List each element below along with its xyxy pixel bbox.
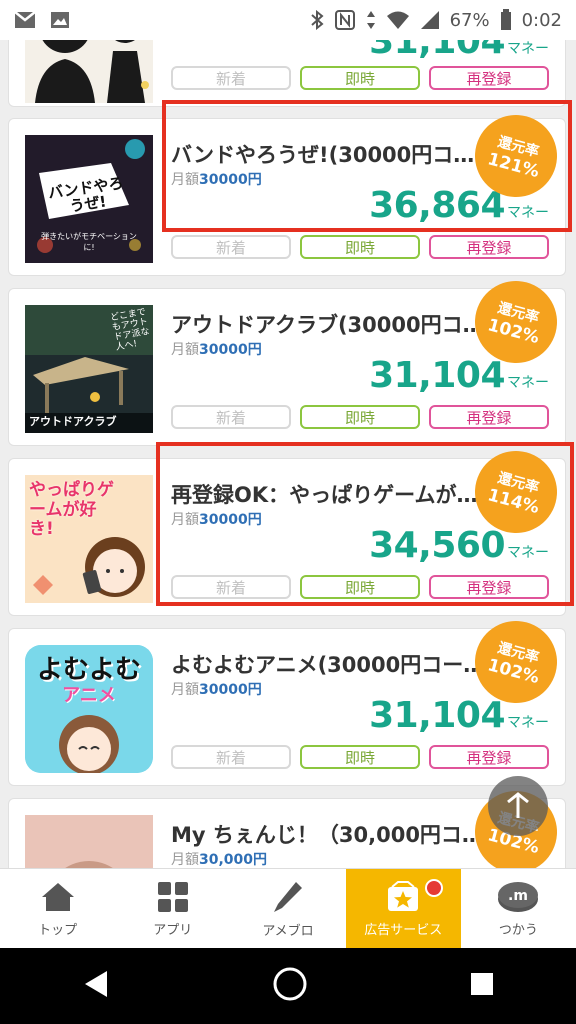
instant-button[interactable]: 即時 — [300, 235, 420, 259]
back-button[interactable] — [81, 969, 111, 1003]
nav-ameblo[interactable]: アメブロ — [230, 869, 345, 949]
home-button[interactable] — [272, 966, 308, 1006]
svg-text:.m: .m — [508, 888, 528, 904]
nav-apps[interactable]: アプリ — [115, 869, 230, 949]
thumb-subtitle: 弾きたいがモチベーションに! — [41, 232, 137, 252]
monthly-price: 月額30000円 — [171, 682, 262, 698]
monthly-price: 月額30000円 — [171, 342, 262, 358]
new-button[interactable]: 新着 — [171, 745, 291, 769]
home-circle-icon — [273, 967, 307, 1001]
system-nav-bar — [0, 948, 576, 1024]
bottom-nav: トップ アプリ アメブロ 広告サービス .m つかう — [0, 868, 576, 949]
woman-photo-image — [25, 815, 153, 868]
ad-title[interactable]: アウトドアクラブ(30000円コ… — [171, 309, 481, 339]
ad-card[interactable]: アウトドアクラブ どこまでもアウトドア派な人へ! アウトドアクラブ(30000円… — [8, 271, 567, 446]
battery-icon — [500, 9, 512, 31]
back-triangle-icon — [84, 971, 107, 997]
ad-card[interactable]: バンドやろうぜ! 弾きたいがモチベーションに! バンドやろうぜ!(30000円コ… — [8, 105, 567, 276]
ad-thumbnail[interactable] — [25, 40, 153, 103]
monthly-price: 月額30000円 — [171, 512, 262, 528]
money-coin-icon: .m — [498, 881, 539, 912]
clock: 0:02 — [521, 9, 562, 31]
thumb-title: アウトドアクラブ — [29, 415, 117, 428]
reregister-button[interactable]: 再登録 — [429, 745, 549, 769]
signal-icon — [420, 10, 440, 30]
instant-button[interactable]: 即時 — [300, 575, 420, 599]
ad-card[interactable]: やっぱりゲームが好き! 再登録OK：やっぱりゲームが… 月額30000円 34,… — [8, 441, 567, 616]
new-button[interactable]: 新着 — [171, 405, 291, 429]
arrow-up-icon — [507, 792, 529, 818]
gmail-icon — [14, 11, 36, 29]
pen-icon — [274, 881, 302, 912]
new-button[interactable]: 新着 — [171, 66, 291, 90]
reregister-button[interactable]: 再登録 — [429, 66, 549, 90]
nav-use[interactable]: .m つかう — [461, 869, 576, 949]
wifi-icon — [386, 10, 410, 30]
ad-card[interactable]: よむよむ アニメ よむよむアニメ(30000円コー… 月額30000円 31,1… — [8, 611, 567, 786]
ad-title[interactable]: よむよむアニメ(30000円コー… — [171, 649, 481, 679]
ad-thumbnail[interactable]: アウトドアクラブ どこまでもアウトドア派な人へ! — [25, 305, 153, 433]
instant-button[interactable]: 即時 — [300, 66, 420, 90]
ad-thumbnail[interactable]: よむよむ アニメ — [25, 645, 153, 773]
thumb-title: やっぱりゲームが好き! — [29, 480, 114, 540]
silhouette-image — [35, 40, 149, 103]
data-arrows-icon — [366, 10, 376, 30]
status-bar: 67% 0:02 — [0, 0, 576, 40]
ad-title[interactable]: 再登録OK：やっぱりゲームが… — [171, 479, 481, 509]
reregister-button[interactable]: 再登録 — [429, 235, 549, 259]
ad-title[interactable]: バンドやろうぜ!(30000円コ… — [171, 139, 481, 169]
ad-card[interactable]: 31,104 マネー 新着 即時 再登録 — [8, 40, 566, 107]
reward-amount: 31,104 マネー — [369, 40, 549, 62]
nav-ad-service[interactable]: 広告サービス — [345, 869, 461, 949]
notification-dot — [424, 879, 443, 897]
ad-list[interactable]: 31,104 マネー 新着 即時 再登録 バンドやろうぜ! 弾きたいがモチベーショ… — [0, 40, 576, 868]
ad-card[interactable]: My ちぇんじ！（30,000円コ… 月額30,000円 還元率102% — [8, 781, 567, 868]
recents-square-icon — [471, 973, 494, 995]
new-button[interactable]: 新着 — [171, 235, 291, 259]
instant-button[interactable]: 即時 — [300, 745, 420, 769]
home-icon — [41, 882, 74, 911]
battery-percent: 67% — [449, 9, 490, 31]
nfc-icon — [334, 9, 356, 31]
bluetooth-icon — [310, 10, 324, 30]
ad-thumbnail[interactable] — [25, 815, 153, 868]
gallery-icon — [50, 11, 70, 29]
nav-top[interactable]: トップ — [0, 869, 115, 949]
instant-button[interactable]: 即時 — [300, 405, 420, 429]
star-box-icon — [388, 880, 419, 911]
ad-thumbnail[interactable]: やっぱりゲームが好き! — [25, 475, 153, 603]
monthly-price: 月額30,000円 — [171, 852, 268, 868]
thumb-subtitle: どこまでもアウトドア派な人へ! — [109, 307, 151, 353]
recents-button[interactable] — [469, 971, 495, 1001]
reregister-button[interactable]: 再登録 — [429, 405, 549, 429]
ad-thumbnail[interactable]: バンドやろうぜ! 弾きたいがモチベーションに! — [25, 135, 153, 263]
reregister-button[interactable]: 再登録 — [429, 575, 549, 599]
ad-title[interactable]: My ちぇんじ！（30,000円コ… — [171, 819, 481, 849]
apps-grid-icon — [157, 881, 188, 912]
scroll-top-button[interactable] — [488, 776, 548, 836]
new-button[interactable]: 新着 — [171, 575, 291, 599]
thumb-subtitle: アニメ — [62, 685, 116, 706]
monthly-price: 月額30000円 — [171, 172, 262, 188]
